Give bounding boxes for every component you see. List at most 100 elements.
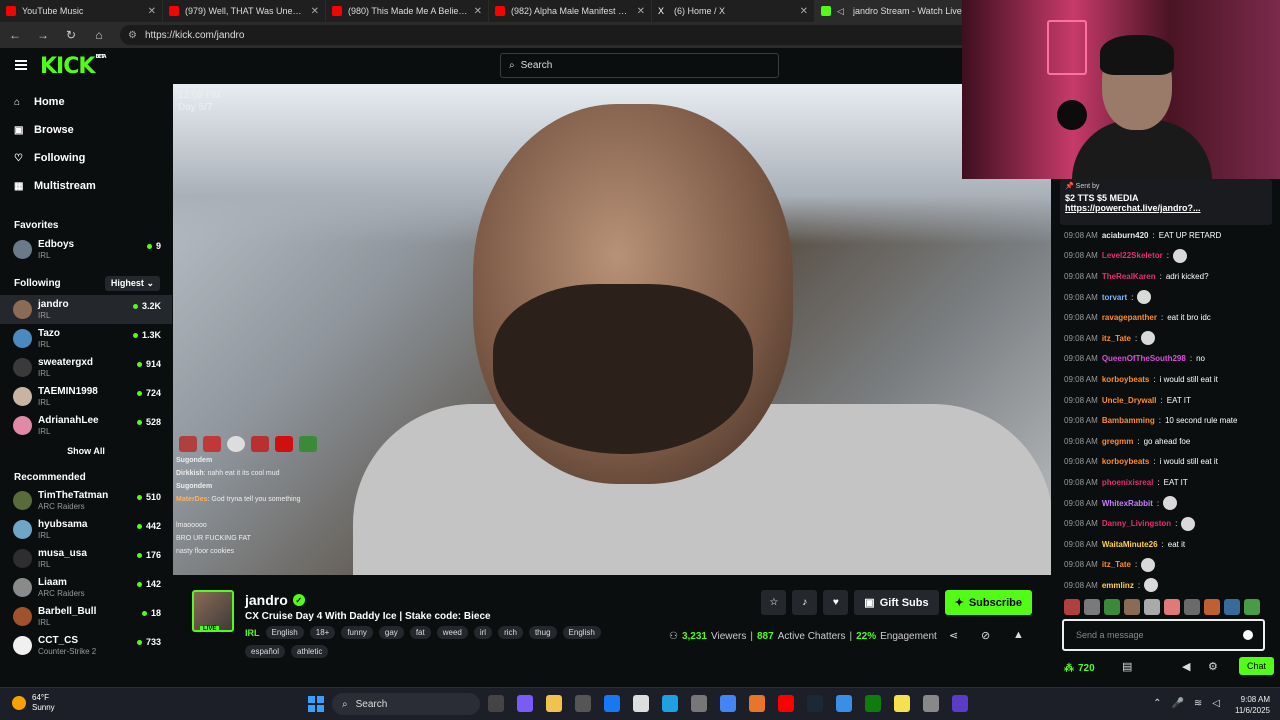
store-icon[interactable]: ▤ (1122, 660, 1132, 673)
browser-tab[interactable]: X (6) Home / X ✕ (652, 0, 815, 22)
tag[interactable]: fat (409, 626, 431, 639)
message-username[interactable]: Level22Skeletor (1102, 251, 1163, 260)
home-page-icon[interactable]: ⌂ (92, 28, 106, 42)
pinned-message[interactable]: 📌 Sent by $2 TTS $5 MEDIA https://powerc… (1060, 179, 1272, 225)
copilot-icon[interactable] (517, 695, 533, 712)
message-username[interactable]: TheRealKaren (1102, 272, 1156, 281)
emote-icon[interactable] (1084, 599, 1100, 615)
message-username[interactable]: itz_Tate (1102, 560, 1131, 569)
search-input[interactable]: ⌕ Search (500, 53, 779, 78)
tag[interactable]: thug (528, 626, 557, 639)
browser-tab-active[interactable]: ◁ jandro Stream - Watch Live (815, 0, 978, 22)
message-username[interactable]: QueenOfTheSouth298 (1102, 354, 1186, 363)
kick-logo[interactable]: KICKBETA (40, 54, 107, 79)
tag[interactable]: gay (378, 626, 404, 639)
message-username[interactable]: itz_Tate (1102, 334, 1131, 343)
sidebar-channel-musa-usa[interactable]: musa_usa IRL 176 (0, 544, 172, 573)
emote-icon[interactable] (1184, 599, 1200, 615)
emote-icon[interactable] (1104, 599, 1120, 615)
weather-widget[interactable]: 64°F Sunny (12, 693, 55, 713)
favorite-star-button[interactable]: ☆ (761, 590, 787, 615)
message-username[interactable]: aciaburn420 (1102, 231, 1149, 240)
sidebar-channel-jandro[interactable]: jandro IRL 3.2K (0, 295, 172, 324)
tag[interactable]: irl (473, 626, 493, 639)
notification-button[interactable]: ♪ (792, 590, 818, 615)
message-username[interactable]: Uncle_Drywall (1102, 396, 1157, 405)
show-all-button[interactable]: Show All (0, 440, 172, 462)
message-username[interactable]: WaitaMinute26 (1102, 540, 1158, 549)
store-app-icon[interactable] (575, 695, 591, 712)
facebook-icon[interactable] (604, 695, 620, 712)
message-username[interactable]: torvart (1102, 293, 1127, 302)
pinned-link[interactable]: https://powerchat.live/jandro?... (1065, 203, 1267, 213)
message-username[interactable]: phoenixisreal (1102, 478, 1154, 487)
amazon-icon[interactable] (633, 695, 649, 712)
sidebar-channel-cct-cs[interactable]: CCT_CS Counter-Strike 2 733 (0, 631, 172, 660)
steam-icon[interactable] (807, 695, 823, 712)
edge-icon[interactable] (662, 695, 678, 712)
tag[interactable]: 18+ (309, 626, 336, 639)
message-username[interactable]: ravagepanther (1102, 313, 1157, 322)
message-username[interactable]: korboybeats (1102, 375, 1150, 384)
notes-icon[interactable] (894, 695, 910, 712)
chevron-up-icon[interactable]: ⌃ (1153, 698, 1161, 709)
sidebar-channel-sweatergxd[interactable]: sweatergxd IRL 914 (0, 353, 172, 382)
app-icon[interactable] (836, 695, 852, 712)
video-player[interactable]: 12:08 PM Day 5/7 Sugondem Dirkkish: nahh… (173, 84, 1051, 575)
message-username[interactable]: gregmm (1102, 437, 1134, 446)
mic-icon[interactable]: 🎤 (1171, 698, 1183, 709)
emoji-icon[interactable] (1243, 630, 1253, 640)
browser-tab[interactable]: (982) Alpha Male Manifest Guru F ✕ (489, 0, 652, 22)
volume-icon[interactable]: ◁ (1212, 698, 1220, 709)
sidebar-channel-liaam[interactable]: Liaam ARC Raiders 142 (0, 573, 172, 602)
close-tab-icon[interactable]: ✕ (800, 6, 808, 17)
share-icon[interactable]: ⋖ (949, 629, 958, 642)
sidebar-item-multistream[interactable]: ▦ Multistream (0, 172, 172, 200)
sidebar-channel-timthetatman[interactable]: TimTheTatman ARC Raiders 510 (0, 486, 172, 515)
calculator-icon[interactable] (691, 695, 707, 712)
emote-icon[interactable] (1204, 599, 1220, 615)
snipping-icon[interactable] (923, 695, 939, 712)
obs-icon[interactable] (952, 695, 968, 712)
youtube-app-icon[interactable] (778, 695, 794, 712)
browser-tab[interactable]: (979) Well, THAT Was Unexpected ✕ (163, 0, 326, 22)
browser-tab[interactable]: (980) This Made Me A Believer in ✕ (326, 0, 489, 22)
reload-icon[interactable]: ↻ (64, 28, 78, 42)
emote-icon[interactable] (1224, 599, 1240, 615)
url-field[interactable]: ⚙ https://kick.com/jandro (120, 25, 970, 45)
sidebar-item-home[interactable]: ⌂ Home (0, 88, 172, 116)
message-username[interactable]: Danny_Livingston (1102, 519, 1171, 528)
sidebar-channel-taemin1998[interactable]: TAEMIN1998 IRL 724 (0, 382, 172, 411)
message-username[interactable]: WhitexRabbit (1102, 499, 1153, 508)
report-icon[interactable]: ▲ (1013, 629, 1024, 641)
message-username[interactable]: Bambamming (1102, 416, 1155, 425)
sidebar-channel-adrianahlee[interactable]: AdrianahLee IRL 528 (0, 411, 172, 440)
tag[interactable]: español (245, 645, 286, 658)
channel-name[interactable]: jandro (245, 592, 288, 608)
sidebar-channel-barbell-bull[interactable]: Barbell_Bull IRL 18 (0, 602, 172, 631)
close-tab-icon[interactable]: ✕ (474, 6, 482, 17)
chrome-icon[interactable] (720, 695, 736, 712)
sidebar-channel-edboys[interactable]: Edboys IRL 9 (0, 235, 172, 264)
sort-dropdown[interactable]: Highest ⌄ (104, 276, 160, 291)
sidebar-item-following[interactable]: ♡ Following (0, 144, 172, 172)
menu-icon[interactable] (15, 60, 27, 70)
close-tab-icon[interactable]: ✕ (148, 6, 156, 17)
close-tab-icon[interactable]: ✕ (637, 6, 645, 17)
forward-icon[interactable]: → (36, 28, 50, 42)
sidebar-item-browse[interactable]: ▣ Browse (0, 116, 172, 144)
site-info-icon[interactable]: ⚙ (128, 30, 137, 41)
hide-icon[interactable]: ⊘ (981, 629, 990, 642)
tag[interactable]: rich (498, 626, 523, 639)
message-username[interactable]: emmlinz (1102, 581, 1134, 590)
emote-icon[interactable] (1244, 599, 1260, 615)
follow-button[interactable]: ♥ (823, 590, 849, 615)
tag[interactable]: athletic (291, 645, 329, 658)
category-link[interactable]: IRL (245, 628, 260, 638)
clock[interactable]: 9:08 AM 11/6/2025 (1235, 694, 1270, 716)
taskbar-search[interactable]: ⌕ Search (332, 693, 480, 715)
tag[interactable]: funny (341, 626, 373, 639)
chat-input[interactable]: Send a message (1062, 619, 1265, 651)
emote-icon[interactable] (1144, 599, 1160, 615)
tag[interactable]: English (265, 626, 304, 639)
